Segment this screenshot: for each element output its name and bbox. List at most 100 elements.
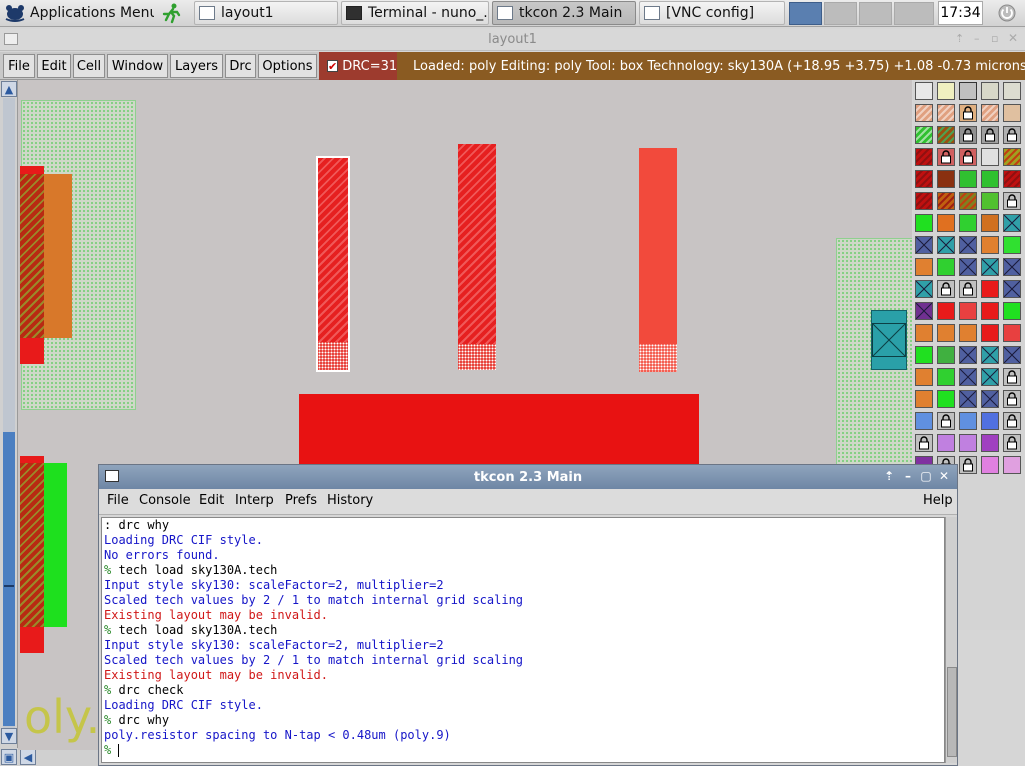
tkcon-menu-console[interactable]: Console — [139, 493, 191, 508]
poly-contact[interactable] — [458, 344, 496, 370]
layer-swatch[interactable] — [937, 368, 955, 386]
poly-contact[interactable] — [318, 342, 348, 370]
layer-swatch[interactable] — [937, 390, 955, 408]
layer-contact-icon[interactable] — [981, 346, 999, 364]
menu-file[interactable]: File — [3, 54, 35, 78]
tkcon-menu-interp[interactable]: Interp — [235, 493, 274, 508]
task-layout1[interactable]: layout1 — [194, 1, 338, 25]
minimize-icon[interactable]: – — [900, 468, 916, 484]
layer-swatch[interactable] — [1003, 170, 1021, 188]
layer-locked-icon[interactable] — [915, 434, 933, 452]
layer-locked-icon[interactable] — [959, 104, 977, 122]
keep-above-icon[interactable]: ⇡ — [955, 32, 964, 45]
layer-swatch[interactable] — [981, 412, 999, 430]
layer-swatch[interactable] — [1003, 82, 1021, 100]
layer-swatch[interactable] — [915, 104, 933, 122]
applications-menu-button[interactable]: Applications Menu — [4, 1, 154, 25]
layer-swatch[interactable] — [915, 368, 933, 386]
layer-swatch[interactable] — [937, 324, 955, 342]
layer-contact-icon[interactable] — [1003, 346, 1021, 364]
layer-locked-icon[interactable] — [959, 456, 977, 474]
layer-swatch[interactable] — [915, 214, 933, 232]
layer-swatch[interactable] — [959, 434, 977, 452]
layer-swatch[interactable] — [959, 324, 977, 342]
layer-contact-icon[interactable] — [981, 258, 999, 276]
menu-options[interactable]: Options — [258, 54, 317, 78]
workspace-3[interactable] — [859, 2, 892, 25]
layer-contact-icon[interactable] — [959, 258, 977, 276]
tkcon-console-output[interactable]: : drc why Loading DRC CIF style. No errors… — [101, 517, 945, 763]
clock[interactable]: 17:34 — [938, 1, 983, 25]
maximize-icon[interactable]: ▫ — [991, 32, 998, 45]
close-icon[interactable]: ✕ — [1008, 31, 1018, 45]
layer-contact-icon[interactable] — [915, 280, 933, 298]
layer-locked-icon[interactable] — [1003, 126, 1021, 144]
layer-swatch[interactable] — [981, 434, 999, 452]
layer-contact-icon[interactable] — [1003, 258, 1021, 276]
layer-swatch[interactable] — [1003, 104, 1021, 122]
scroll-left-arrow-icon[interactable]: ◀ — [20, 749, 36, 765]
layer-swatch[interactable] — [915, 412, 933, 430]
scroll-thumb[interactable] — [3, 432, 15, 726]
layer-locked-icon[interactable] — [959, 280, 977, 298]
layer-swatch[interactable] — [937, 434, 955, 452]
poly-bar[interactable] — [458, 144, 496, 344]
layer-swatch[interactable] — [937, 258, 955, 276]
poly-resistor-shape[interactable] — [20, 174, 44, 338]
layer-locked-icon[interactable] — [1003, 434, 1021, 452]
layer-swatch[interactable] — [937, 346, 955, 364]
layer-swatch[interactable] — [981, 324, 999, 342]
task-tkcon[interactable]: tkcon 2.3 Main — [492, 1, 636, 25]
menu-window[interactable]: Window — [107, 54, 168, 78]
layer-swatch[interactable] — [981, 104, 999, 122]
layer-swatch[interactable] — [981, 236, 999, 254]
layer-locked-icon[interactable] — [1003, 412, 1021, 430]
scroll-down-arrow-icon[interactable]: ▼ — [1, 728, 17, 744]
tkcon-titlebar[interactable]: tkcon 2.3 Main ⇡ – ▢ ✕ — [99, 465, 957, 489]
layer-swatch[interactable] — [937, 302, 955, 320]
window-menu-icon[interactable] — [4, 33, 18, 45]
selection-box[interactable] — [316, 156, 350, 372]
layer-swatch[interactable] — [981, 82, 999, 100]
layer-swatch[interactable] — [959, 412, 977, 430]
layer-locked-icon[interactable] — [959, 126, 977, 144]
ntap-contact[interactable] — [871, 310, 907, 370]
layer-swatch[interactable] — [959, 192, 977, 210]
run-program-button[interactable] — [160, 1, 186, 25]
poly-contact[interactable] — [639, 344, 677, 372]
poly-bar[interactable] — [318, 158, 348, 342]
layer-contact-icon[interactable] — [981, 368, 999, 386]
keep-above-icon[interactable]: ⇡ — [881, 468, 897, 484]
menu-drc[interactable]: Drc — [225, 54, 256, 78]
tkcon-menu-file[interactable]: File — [107, 493, 129, 508]
layer-locked-icon[interactable] — [1003, 192, 1021, 210]
tkcon-menu-edit[interactable]: Edit — [199, 493, 224, 508]
layer-contact-icon[interactable] — [981, 390, 999, 408]
layer-locked-icon[interactable] — [1003, 368, 1021, 386]
ndiff-green-shape[interactable] — [44, 463, 67, 627]
magic-window-titlebar[interactable]: layout1 ⇡ – ▫ ✕ — [0, 29, 1025, 51]
layer-locked-icon[interactable] — [959, 148, 977, 166]
layer-contact-icon[interactable] — [959, 346, 977, 364]
layer-contact-icon[interactable] — [959, 236, 977, 254]
workspace-2[interactable] — [824, 2, 857, 25]
scroll-up-arrow-icon[interactable]: ▲ — [1, 81, 17, 97]
horizontal-scrollbar[interactable]: ▣ ◀ — [0, 748, 100, 766]
layer-swatch[interactable] — [959, 82, 977, 100]
layer-swatch[interactable] — [915, 324, 933, 342]
layer-swatch[interactable] — [937, 126, 955, 144]
workspace-4[interactable] — [894, 2, 934, 25]
layer-swatch[interactable] — [959, 302, 977, 320]
layer-swatch[interactable] — [1003, 236, 1021, 254]
drc-checkbox[interactable]: ✔ — [327, 60, 339, 72]
layer-locked-icon[interactable] — [937, 280, 955, 298]
power-button[interactable] — [992, 1, 1022, 25]
layer-swatch[interactable] — [937, 170, 955, 188]
layer-contact-icon[interactable] — [915, 236, 933, 254]
layer-swatch[interactable] — [959, 214, 977, 232]
layer-swatch[interactable] — [915, 82, 933, 100]
workspace-1[interactable] — [789, 2, 822, 25]
task-terminal[interactable]: Terminal - nuno_... — [341, 1, 489, 25]
vertical-scrollbar[interactable]: ▲ ▼ — [0, 80, 18, 750]
layer-locked-icon[interactable] — [937, 148, 955, 166]
